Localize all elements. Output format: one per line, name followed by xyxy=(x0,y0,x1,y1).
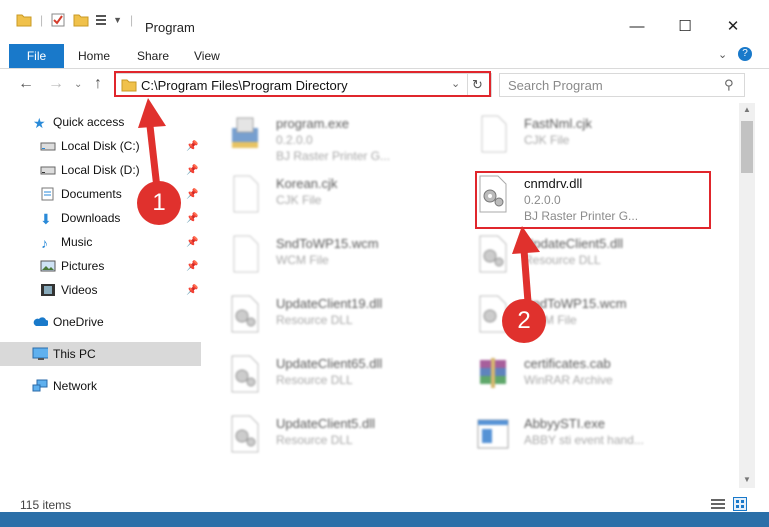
arrow-1-shaft xyxy=(146,125,161,189)
step-badge-1: 1 xyxy=(137,181,181,225)
step-badge-2: 2 xyxy=(502,299,546,343)
arrow-2-head xyxy=(512,226,540,254)
arrow-1-head xyxy=(138,98,166,128)
arrow-2-shaft xyxy=(520,249,532,303)
annotation-overlay xyxy=(138,98,540,303)
explorer-window: | ▼ | Program — ☐ ✕ File Home Share View… xyxy=(0,0,769,527)
